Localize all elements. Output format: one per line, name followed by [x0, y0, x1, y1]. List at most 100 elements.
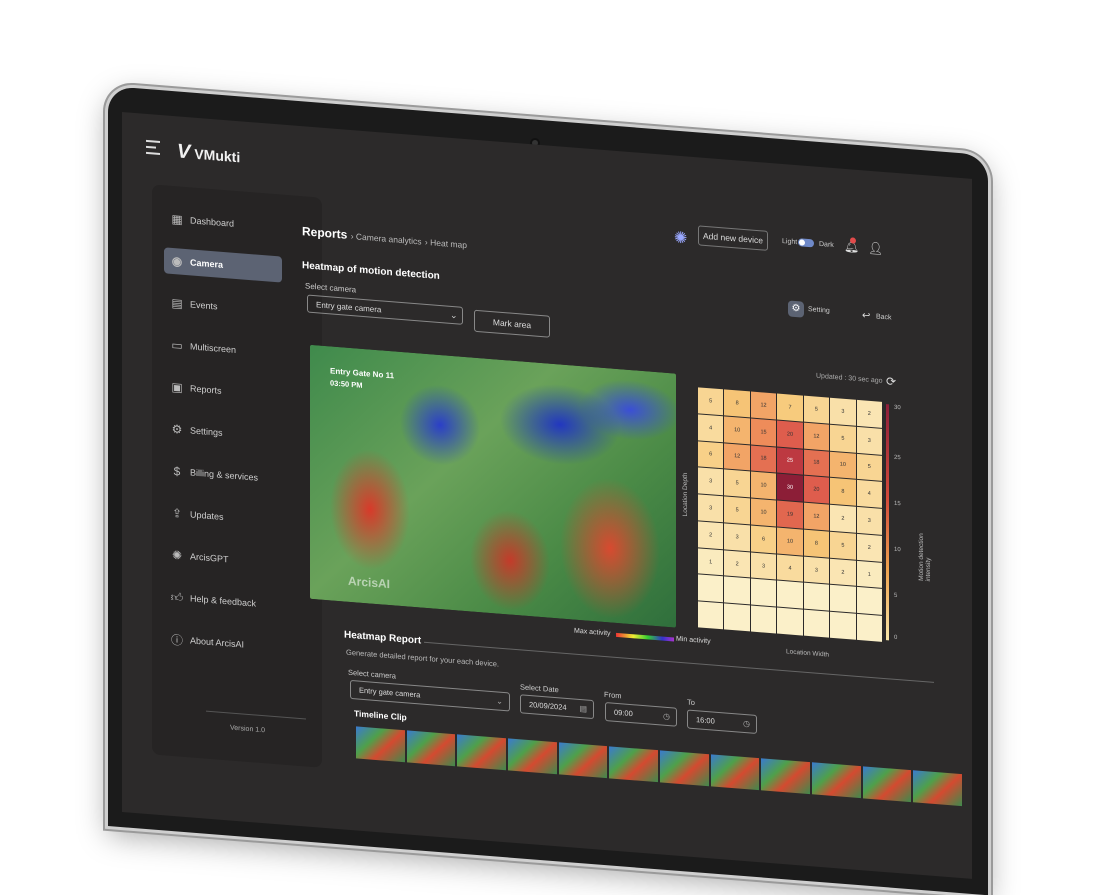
- heatmap-cell: [777, 607, 803, 636]
- sidebar-item-events[interactable]: ▤ Events: [164, 289, 282, 324]
- report-to-input[interactable]: 16:00 ◷: [687, 709, 757, 734]
- sidebar-item-label: Reports: [190, 383, 222, 396]
- heatmap-cell: [830, 585, 856, 613]
- heatmap-cell: [830, 611, 856, 640]
- heatmap-cell: 3: [856, 426, 882, 455]
- heatmap-cell: [777, 581, 803, 609]
- timeline-thumbnail[interactable]: [406, 730, 456, 767]
- scale-tick: 15: [894, 500, 901, 508]
- scale-tick: 0: [894, 634, 898, 642]
- legend-max-label: Max activity: [574, 627, 611, 638]
- back-label[interactable]: Back: [876, 313, 892, 321]
- heatmap-cell: 3: [830, 397, 856, 426]
- sidebar-item-arcisgpt[interactable]: ✺ ArcisGPT: [164, 541, 282, 576]
- activity-gradient-bar: [616, 632, 674, 642]
- heatmap-cell: 10: [750, 498, 777, 527]
- sidebar-item-multiscreen[interactable]: ▭ Multiscreen: [164, 331, 282, 366]
- timeline-thumbnail[interactable]: [812, 762, 861, 799]
- arcis-gpt-icon: ✺: [171, 547, 183, 563]
- setting-gear-icon[interactable]: ⚙: [788, 300, 804, 318]
- report-date-label: Select Date: [520, 682, 559, 695]
- menu-icon[interactable]: [146, 139, 160, 155]
- timeline-thumbnail[interactable]: [508, 738, 557, 775]
- clock-icon: ◷: [663, 711, 670, 722]
- multiscreen-icon: ▭: [171, 337, 183, 353]
- heatmap-cell: [724, 576, 750, 605]
- sidebar-item-billing[interactable]: $ Billing & services: [164, 457, 282, 492]
- sidebar-item-dashboard[interactable]: ▦ Dashboard: [164, 205, 282, 240]
- heatmap-cell: 2: [724, 550, 750, 578]
- heatmap-cell: 3: [724, 523, 750, 552]
- sidebar-item-about[interactable]: ⓘ About ArcisAI: [164, 625, 282, 660]
- app-logo: V VMukti: [177, 140, 240, 168]
- heatmap-cell: 18: [750, 445, 777, 473]
- heatmap-cell: 5: [856, 453, 882, 482]
- heatmap-cell: 3: [856, 506, 882, 535]
- mark-area-button[interactable]: Mark area: [474, 309, 550, 338]
- chevron-down-icon[interactable]: ⌄: [450, 306, 458, 325]
- heatmap-cell: 1: [856, 560, 882, 589]
- sidebar-item-settings[interactable]: ⚙ Settings: [164, 415, 282, 450]
- timeline-strip[interactable]: [356, 726, 963, 807]
- setting-label[interactable]: Setting: [808, 306, 830, 315]
- heatmap-cell: 5: [724, 496, 750, 525]
- heatmap-cell: 6: [698, 440, 724, 469]
- heatmap-cell: [698, 574, 724, 603]
- report-divider: [424, 641, 934, 683]
- heatmap-title: Heatmap of motion detection: [302, 260, 440, 283]
- report-from-label: From: [604, 689, 622, 701]
- timeline-thumbnail[interactable]: [913, 770, 963, 807]
- back-arrow-icon[interactable]: ↩: [862, 310, 870, 322]
- add-new-device-button[interactable]: Add new device: [698, 225, 768, 251]
- heatmap-cell: 10: [777, 527, 803, 556]
- timeline-thumbnail[interactable]: [558, 742, 608, 779]
- theme-toggle[interactable]: [798, 238, 814, 248]
- heatmap-cell: 5: [803, 395, 830, 424]
- heatmap-grid: 5 8 12 7 5 3 2 4 10 15 20 12 5 3 6 12 18 25 18 10 5 3 5 10 30 20 8…: [698, 387, 882, 642]
- report-date-value: 20/09/2024: [529, 700, 567, 712]
- scale-tick: 5: [894, 592, 898, 600]
- timeline-thumbnail[interactable]: [862, 766, 912, 803]
- heatmap-cell: 4: [698, 414, 724, 442]
- heatmap-cell: 2: [830, 504, 856, 533]
- heatmap-cell: 1: [698, 547, 724, 576]
- camera-select[interactable]: Entry gate camera: [307, 294, 463, 325]
- breadcrumb-mid[interactable]: Camera analytics: [356, 231, 422, 246]
- updated-status: Updated : 30 sec ago: [816, 372, 883, 385]
- timeline-thumbnail[interactable]: [609, 746, 659, 783]
- report-from-value: 09:00: [614, 707, 633, 719]
- heatmap-cell: [750, 605, 777, 634]
- report-date-input[interactable]: 20/09/2024 ▤: [520, 694, 594, 720]
- refresh-icon[interactable]: ⟳: [886, 374, 896, 389]
- report-camera-select[interactable]: Entry gate camera ⌄: [350, 679, 510, 712]
- scale-tick: 30: [894, 404, 901, 412]
- report-title: Heatmap Report: [344, 629, 422, 647]
- heatmap-cell: 30: [777, 473, 803, 502]
- legend-min-label: Min activity: [676, 635, 711, 646]
- sidebar-item-label: Settings: [190, 425, 223, 438]
- calendar-icon: ▤: [171, 295, 183, 311]
- heatmap-cell: 6: [750, 525, 777, 554]
- timeline-thumbnail[interactable]: [761, 758, 811, 795]
- arcis-icon[interactable]: ✺: [674, 227, 687, 248]
- report-to-label: To: [687, 697, 695, 708]
- camera-feed[interactable]: Entry Gate No 11 03:50 PM ArcisAI: [310, 344, 676, 628]
- report-description: Generate detailed report for your each d…: [346, 647, 500, 669]
- timeline-thumbnail[interactable]: [356, 726, 405, 763]
- sidebar-item-help[interactable]: 👍︎ Help & feedback: [164, 583, 282, 618]
- heatmap-cell: 2: [856, 399, 882, 428]
- sidebar-item-camera[interactable]: ◉ Camera: [164, 247, 282, 283]
- user-icon[interactable]: 👤︎: [868, 241, 883, 256]
- sidebar-item-updates[interactable]: ⇪ Updates: [164, 499, 282, 534]
- timeline-thumbnail[interactable]: [710, 754, 760, 791]
- heatmap-cell: 12: [803, 502, 830, 531]
- sidebar-item-reports[interactable]: ▣ Reports: [164, 373, 282, 408]
- heatmap-cell: 5: [830, 531, 856, 560]
- dashboard-icon: ▦: [171, 211, 183, 227]
- logo-mark-icon: V: [177, 140, 191, 164]
- scale-tick: 10: [894, 546, 901, 554]
- timeline-thumbnail[interactable]: [660, 750, 709, 787]
- report-from-input[interactable]: 09:00 ◷: [605, 702, 677, 727]
- timeline-title: Timeline Clip: [354, 708, 407, 723]
- timeline-thumbnail[interactable]: [457, 734, 507, 771]
